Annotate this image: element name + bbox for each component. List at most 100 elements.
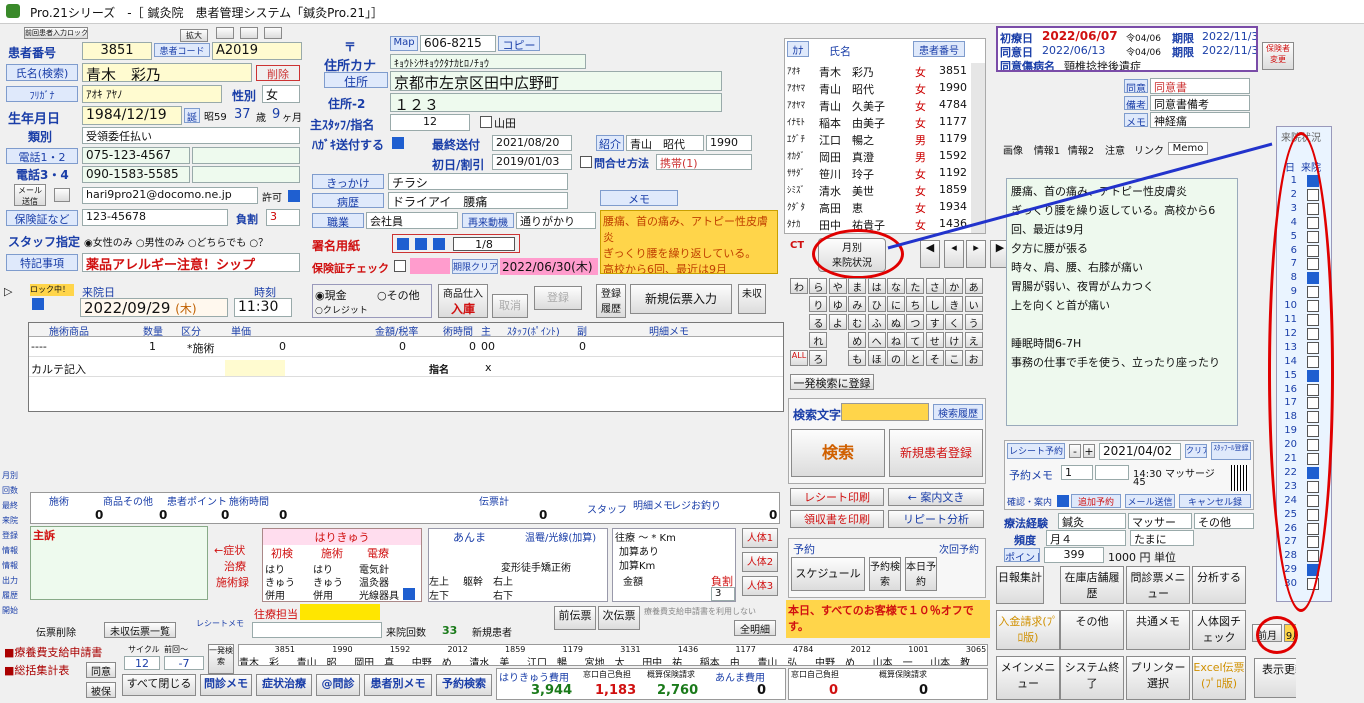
name-search-button[interactable]: 氏名(検索) (6, 64, 78, 81)
summary-link[interactable]: ■総括集計表 (4, 662, 69, 678)
kana-key[interactable]: ね (887, 332, 905, 348)
reserve-memo-sel[interactable] (1095, 465, 1129, 480)
zoom-button[interactable]: 拡大 (180, 29, 208, 42)
point-value[interactable]: 399 (1044, 547, 1104, 563)
kana-key[interactable]: し (925, 296, 944, 312)
kana-key[interactable]: て (906, 332, 925, 348)
sign-check-3[interactable] (433, 238, 445, 250)
treatment-cell[interactable]: 1 (149, 340, 156, 353)
kana-key[interactable]: は (867, 278, 886, 294)
goods-button[interactable]: 商品仕入 入庫 (438, 284, 488, 318)
next-slip-button[interactable]: 次伝票 (598, 606, 640, 630)
opt3-field[interactable]: 神経痛 (1150, 112, 1250, 128)
bottom-right-button-1[interactable]: 在庫店舗履歴 (1060, 566, 1124, 604)
list-item[interactable]: ｲﾅﾓﾄ 稲本 由美子 女 1177 (785, 114, 969, 130)
schedule-button[interactable]: スケジュール (791, 557, 865, 591)
last-send-field[interactable]: 2021/08/20 (492, 135, 572, 151)
bottom-right-button-14[interactable]: 表示更新 (1254, 658, 1296, 698)
footer-patient-name[interactable]: 江口 暢 (527, 654, 583, 665)
hokencheck-checkbox[interactable] (394, 260, 406, 272)
visit-date-field[interactable]: 2022/09/29 (木) (80, 298, 228, 317)
treatment-row[interactable]: ---- 1 *施術 0 0 0 00 0 (29, 339, 783, 357)
search-history-button[interactable]: 検索履歴 (933, 404, 983, 420)
pay-cash[interactable]: ◉現金 (315, 287, 347, 303)
left-side-item[interactable]: 情報 (2, 545, 18, 556)
pay-credit[interactable]: ○クレジット (315, 303, 368, 316)
trigger-field[interactable]: チラシ (388, 173, 568, 190)
search-button[interactable]: 検索 (791, 429, 885, 477)
kana-key[interactable]: す (925, 314, 944, 330)
search-text-field[interactable] (841, 403, 929, 421)
type-select[interactable]: 受領委任払い (82, 127, 300, 144)
kana-key[interactable]: き (945, 296, 964, 312)
complaint-area[interactable]: 主訴 (30, 526, 208, 600)
left-side-item[interactable]: 来院 (2, 515, 18, 526)
lock-input-button[interactable]: 前回患者入力ロック (24, 27, 88, 39)
first-visit-field[interactable]: 2019/01/03 (492, 154, 572, 170)
cancel-log-button[interactable]: キャンセル録 (1179, 494, 1251, 508)
body2-button[interactable]: 人体2 (742, 552, 778, 572)
zip-field[interactable]: 606-8215 (420, 35, 496, 52)
kana-key[interactable]: わ (790, 278, 808, 294)
kana-key[interactable]: さ (925, 278, 944, 294)
tel1-field[interactable]: 075-123-4567 (82, 147, 190, 164)
price-cell[interactable] (225, 360, 285, 376)
opt1-select[interactable]: 同意書 (1150, 78, 1250, 94)
sign-check-1[interactable] (397, 238, 409, 250)
burden-select[interactable]: 3 (266, 209, 300, 226)
footer-patient-name[interactable]: 岡田 真 (354, 654, 410, 665)
kana-key[interactable]: み (848, 296, 867, 312)
treatment-cell[interactable]: 0 (399, 340, 406, 353)
kana-key[interactable]: こ (945, 350, 964, 366)
kana-key[interactable]: お (964, 350, 983, 366)
register-button[interactable]: 登録 (534, 286, 582, 310)
kana-key[interactable]: な (887, 278, 905, 294)
kana-key[interactable]: た (906, 278, 925, 294)
kana-key[interactable]: と (906, 350, 925, 366)
reserve-memo-no[interactable]: 1 (1061, 465, 1093, 480)
kana-key[interactable]: ら (809, 278, 828, 294)
therapy-select-2[interactable]: マッサー (1128, 513, 1192, 529)
kana-key[interactable]: ち (906, 296, 925, 312)
staff-assign-field[interactable] (300, 604, 380, 620)
footer-patient-name[interactable]: 青山 弘 (757, 654, 813, 665)
reserve-clear[interactable]: クリア (1185, 444, 1207, 458)
left-side-item[interactable]: 登録 (2, 530, 18, 541)
unpaid-button[interactable]: 未収 (738, 284, 766, 314)
reserve-date[interactable]: 2021/04/02 (1099, 443, 1181, 460)
kana-key[interactable]: せ (925, 332, 944, 348)
kana-key[interactable]: に (887, 296, 905, 312)
treatment-cell[interactable]: 00 (481, 340, 495, 353)
bottom-right-button-11[interactable]: システム終了 (1060, 656, 1124, 700)
sex-select[interactable]: 女 (262, 85, 300, 103)
reserve-minus[interactable]: - (1069, 444, 1081, 458)
contact-select[interactable]: 携帯(1) (656, 154, 752, 170)
footer-patient-name[interactable]: 青山 昭 (297, 654, 353, 665)
tel3-field[interactable]: 090-1583-5585 (82, 166, 190, 183)
view-toggle-1[interactable] (216, 27, 234, 39)
bottom-right-button-13[interactable]: Excel伝票(ﾌﾟﾛ版) (1192, 656, 1246, 700)
kana-key[interactable]: い (964, 296, 983, 312)
sign-check-2[interactable] (415, 238, 427, 250)
kana-key[interactable]: そ (925, 350, 944, 366)
kana-key[interactable]: う (964, 314, 983, 330)
payment-group[interactable]: ◉現金 ○その他 ○クレジット (312, 284, 432, 318)
kana-key[interactable]: の (887, 350, 905, 366)
kana-key[interactable]: つ (906, 314, 925, 330)
treatment-cell[interactable]: 0 (279, 340, 286, 353)
kana-key[interactable]: え (964, 332, 983, 348)
kana-key[interactable]: よ (828, 314, 847, 330)
kana-key[interactable]: ぬ (887, 314, 905, 330)
reserve-search-button[interactable]: 予約検索 (869, 557, 901, 591)
kana-key[interactable]: ひ (867, 296, 886, 312)
pay-other[interactable]: ○その他 (377, 287, 420, 303)
print-invoice-button[interactable]: 領収書を印刷 (790, 510, 884, 528)
revisit-select[interactable]: 通りがかり (516, 212, 596, 229)
patient-no-field[interactable]: 3851 (82, 42, 152, 60)
footer-patient-name[interactable]: 山本 一 (873, 654, 929, 665)
unpaid-list-button[interactable]: 未収伝票一覧 (104, 622, 176, 638)
dob-field[interactable]: 1984/12/19 (82, 106, 182, 125)
footer-patient-name[interactable]: 中野 め (412, 654, 468, 665)
reimb-link[interactable]: ■療養費支給申請書 (4, 644, 102, 660)
insurance-field[interactable]: 123-45678 (82, 209, 228, 226)
